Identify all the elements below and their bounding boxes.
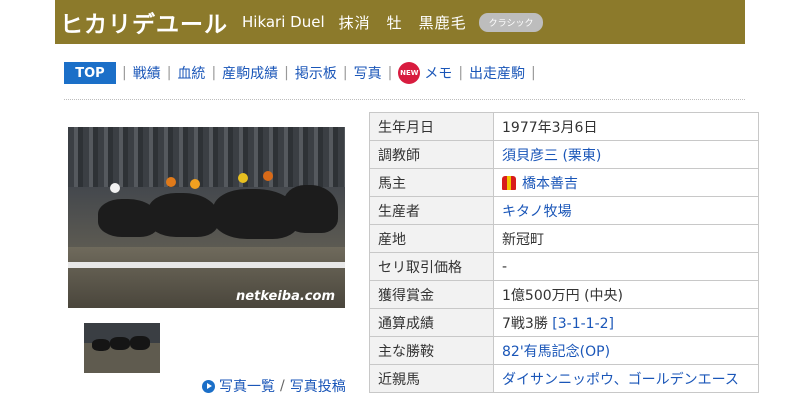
photo-upload-link[interactable]: 写真投稿	[290, 376, 346, 396]
tab-results[interactable]: 戦績	[127, 63, 167, 83]
photo-list-link[interactable]: 写真一覧	[219, 376, 275, 396]
tab-running-offspring[interactable]: 出走産駒	[463, 63, 531, 83]
tab-board[interactable]: 掲示板	[289, 63, 343, 83]
new-badge: NEW	[398, 62, 421, 84]
photo-crowd	[68, 127, 345, 187]
table-row: 獲得賞金 1億500万円 (中央)	[369, 280, 759, 309]
table-row: 調教師 須貝彦三 (栗東)	[369, 140, 759, 169]
horse-profile-table: 生年月日 1977年3月6日 調教師 須貝彦三 (栗東) 馬主 橋本善吉 生産者…	[369, 112, 759, 393]
birth-date-value: 1977年3月6日	[493, 112, 759, 141]
nav-separator: |	[387, 65, 393, 81]
nav-divider	[64, 99, 745, 100]
tab-pedigree[interactable]: 血統	[171, 63, 211, 83]
table-row: 産地 新冠町	[369, 224, 759, 253]
photo-horse	[283, 185, 338, 233]
photo-jockey	[263, 171, 273, 181]
row-label: 産地	[369, 224, 494, 253]
row-label: セリ取引価格	[369, 252, 494, 281]
origin-value: 新冠町	[493, 224, 759, 253]
horse-name-jp: ヒカリデユール	[60, 12, 228, 38]
breeder-link[interactable]: キタノ牧場	[502, 204, 572, 220]
tab-top[interactable]: TOP	[64, 62, 116, 84]
row-label: 通算成績	[369, 308, 494, 337]
horse-nav: TOP | 戦績 | 血統 | 産駒成績 | 掲示板 | 写真 | NEW メモ…	[64, 60, 536, 86]
row-label: 調教師	[369, 140, 494, 169]
tab-photos[interactable]: 写真	[348, 63, 388, 83]
auction-price-value: -	[493, 252, 759, 281]
photo-horse	[148, 193, 218, 237]
play-circle-icon	[202, 379, 215, 393]
row-label: 主な勝鞍	[369, 336, 494, 365]
trainer-link[interactable]: 須貝彦三 (栗東)	[502, 148, 601, 164]
photo-watermark: netkeiba.com	[236, 289, 335, 304]
relatives-cell: ダイサンニッポウ、ゴールデンエース	[493, 364, 759, 393]
main-horse-photo[interactable]: netkeiba.com	[68, 127, 345, 308]
tab-offspring-results[interactable]: 産駒成績	[216, 63, 284, 83]
row-label: 馬主	[369, 168, 494, 197]
nav-separator: |	[531, 65, 536, 81]
thumb-horse	[110, 337, 130, 350]
photo-thumbnail[interactable]	[84, 323, 160, 373]
thumb-horse	[130, 336, 150, 350]
main-win-link[interactable]: 82'有馬記念(OP)	[502, 344, 610, 360]
class-badge: クラシック	[478, 12, 544, 32]
row-label: 生産者	[369, 196, 494, 225]
photo-jockey	[166, 177, 176, 187]
thumb-horse	[92, 339, 110, 351]
tab-memo[interactable]: メモ	[422, 63, 458, 83]
row-label: 生年月日	[369, 112, 494, 141]
photo-jockey	[110, 183, 120, 193]
owner-link[interactable]: 橋本善吉	[522, 176, 578, 192]
prize-money-value: 1億500万円 (中央)	[493, 280, 759, 309]
main-win-cell: 82'有馬記念(OP)	[493, 336, 759, 365]
owner-cell: 橋本善吉	[493, 168, 759, 197]
table-row: 馬主 橋本善吉	[369, 168, 759, 197]
photo-links: 写真一覧 / 写真投稿	[202, 376, 346, 396]
table-row: 生年月日 1977年3月6日	[369, 112, 759, 141]
table-row: 通算成績 7戦3勝 [3-1-1-2]	[369, 308, 759, 337]
row-label: 獲得賞金	[369, 280, 494, 309]
row-label: 近親馬	[369, 364, 494, 393]
table-row: 主な勝鞍 82'有馬記念(OP)	[369, 336, 759, 365]
owner-silks-icon	[502, 175, 516, 190]
photo-rail	[68, 262, 345, 268]
relatives-link[interactable]: ダイサンニッポウ、ゴールデンエース	[502, 372, 739, 388]
breeder-cell: キタノ牧場	[493, 196, 759, 225]
career-record-cell: 7戦3勝 [3-1-1-2]	[493, 308, 759, 337]
horse-status: 抹消 牡 黒鹿毛	[338, 13, 467, 32]
table-row: セリ取引価格 -	[369, 252, 759, 281]
table-row: 生産者 キタノ牧場	[369, 196, 759, 225]
table-row: 近親馬 ダイサンニッポウ、ゴールデンエース	[369, 364, 759, 393]
trainer-cell: 須貝彦三 (栗東)	[493, 140, 759, 169]
photo-jockey	[238, 173, 248, 183]
career-record-value: 7戦3勝	[502, 315, 548, 332]
career-record-link[interactable]: [3-1-1-2]	[552, 316, 614, 332]
horse-name-en: Hikari Duel	[242, 13, 325, 31]
horse-header: ヒカリデユール Hikari Duel 抹消 牡 黒鹿毛 クラシック	[55, 0, 745, 44]
photo-jockey	[190, 179, 200, 189]
link-separator: /	[280, 378, 285, 394]
